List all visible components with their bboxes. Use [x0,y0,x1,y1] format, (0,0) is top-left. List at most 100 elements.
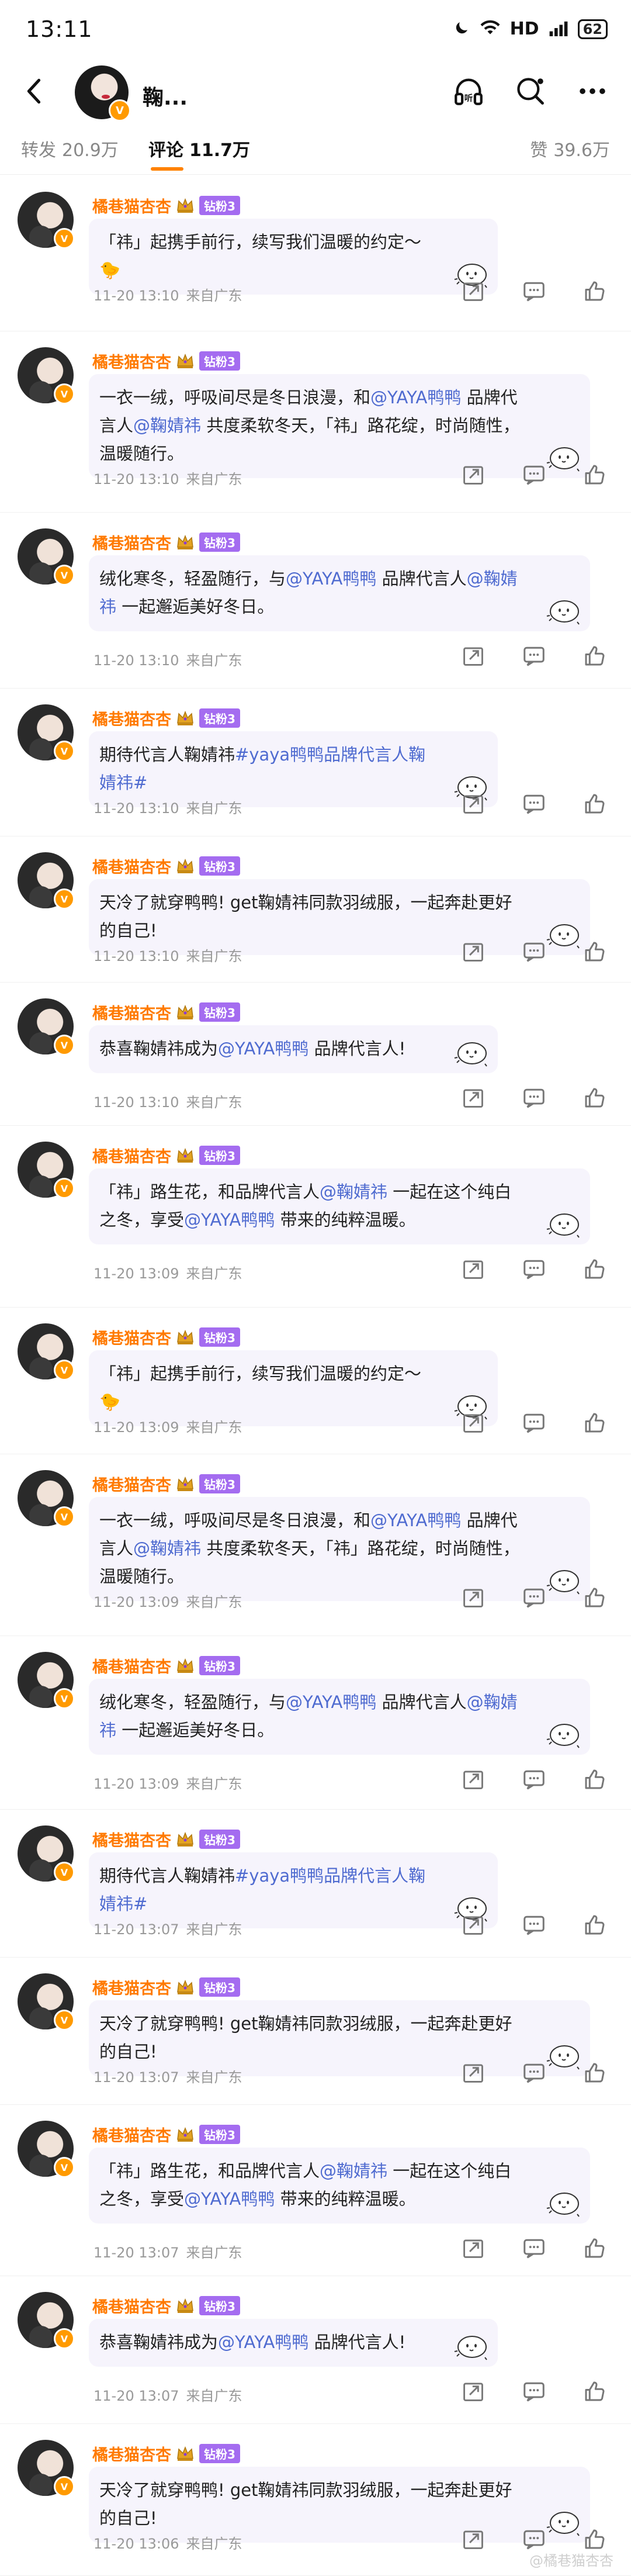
like-button[interactable] [582,2235,608,2261]
more-button[interactable] [571,70,613,112]
commenter-name[interactable]: 橘巷猫杏杏 [92,194,171,217]
share-button[interactable] [460,462,486,487]
reply-button[interactable] [521,1085,547,1111]
commenter-avatar[interactable]: V [18,1973,75,2031]
share-button[interactable] [460,2235,486,2261]
commenter-avatar[interactable]: V [18,192,75,249]
reply-button[interactable] [521,2235,547,2261]
like-button[interactable] [582,2060,608,2086]
commenter-name[interactable]: 橘巷猫杏杏 [92,2442,171,2465]
commenter-avatar[interactable]: V [18,852,75,910]
commenter-name[interactable]: 橘巷猫杏杏 [92,531,171,554]
mention-link[interactable]: @YAYA鸭鸭 [286,1692,376,1712]
like-button[interactable] [582,643,608,669]
comment-header: 橘巷猫杏杏 钻粉3 [92,194,240,217]
reply-button[interactable] [521,2378,547,2404]
reply-button[interactable] [521,1912,547,1938]
reply-button[interactable] [521,1766,547,1792]
reply-button[interactable] [521,1410,547,1436]
commenter-name[interactable]: 橘巷猫杏杏 [92,2123,171,2146]
like-button[interactable] [582,462,608,487]
share-button[interactable] [460,1410,486,1436]
commenter-avatar[interactable]: V [18,1825,75,1883]
commenter-avatar[interactable]: V [18,2292,75,2349]
tab-comments[interactable]: 评论 11.7万 [148,136,250,161]
mention-link[interactable]: @YAYA鸭鸭 [184,1210,275,1230]
reply-button[interactable] [521,791,547,817]
mention-link[interactable]: @鞠婧祎 [133,416,201,435]
mention-link[interactable]: @YAYA鸭鸭 [370,388,461,407]
listen-button[interactable]: 听 [448,70,490,112]
commenter-name[interactable]: 橘巷猫杏杏 [92,855,171,877]
like-button[interactable] [582,1912,608,1938]
share-button[interactable] [460,2526,486,2552]
commenter-avatar[interactable]: V [18,2440,75,2497]
mention-link[interactable]: @鞠婧祎 [320,2161,387,2181]
commenter-name[interactable]: 橘巷猫杏杏 [92,2294,171,2317]
reply-button[interactable] [521,278,547,304]
like-button[interactable] [582,939,608,964]
like-button[interactable] [582,1256,608,1282]
mention-link[interactable]: @鞠婧祎 [320,1182,387,1202]
mention-link[interactable]: @YAYA鸭鸭 [218,1039,308,1059]
commenter-name[interactable]: 橘巷猫杏杏 [92,1326,171,1348]
like-button[interactable] [582,278,608,304]
commenter-name[interactable]: 橘巷猫杏杏 [92,1144,171,1167]
share-button[interactable] [460,2060,486,2086]
share-button[interactable] [460,939,486,964]
commenter-avatar[interactable]: V [18,1323,75,1381]
mention-link[interactable]: @YAYA鸭鸭 [218,2332,308,2352]
share-button[interactable] [460,1085,486,1111]
like-button[interactable] [582,2378,608,2404]
commenter-avatar[interactable]: V [18,1652,75,1709]
commenter-avatar[interactable]: V [18,1142,75,1199]
reply-button[interactable] [521,1256,547,1282]
tab-likes[interactable]: 赞 39.6万 [530,136,610,161]
reply-button[interactable] [521,462,547,487]
share-button[interactable] [460,643,486,669]
commenter-name[interactable]: 橘巷猫杏杏 [92,1472,171,1495]
share-button[interactable] [460,278,486,304]
share-button[interactable] [460,1256,486,1282]
profile-avatar[interactable]: V [75,65,131,122]
reply-button[interactable] [521,1585,547,1610]
commenter-name[interactable]: 橘巷猫杏杏 [92,1828,171,1851]
share-button[interactable] [460,1766,486,1792]
comment-actions [460,643,608,669]
commenter-name[interactable]: 橘巷猫杏杏 [92,1001,171,1024]
share-button[interactable] [460,2378,486,2404]
like-button[interactable] [582,791,608,817]
reply-button[interactable] [521,2526,547,2552]
crown-icon-svg [177,710,193,725]
mention-link[interactable]: @YAYA鸭鸭 [286,569,376,589]
mention-link[interactable]: @鞠婧祎 [133,1538,201,1558]
like-button[interactable] [582,1085,608,1111]
tab-repost[interactable]: 转发 20.9万 [21,136,119,161]
like-button[interactable] [582,1585,608,1610]
mention-link[interactable]: @YAYA鸭鸭 [184,2189,275,2209]
commenter-name[interactable]: 橘巷猫杏杏 [92,1654,171,1677]
reply-button[interactable] [521,643,547,669]
mention-link[interactable]: @YAYA鸭鸭 [370,1510,461,1530]
search-button[interactable] [509,70,552,112]
commenter-avatar[interactable]: V [18,528,75,586]
commenter-name[interactable]: 橘巷猫杏杏 [92,350,171,372]
like-button[interactable] [582,1410,608,1436]
commenter-name[interactable]: 橘巷猫杏杏 [92,1976,171,1998]
commenter-avatar[interactable]: V [18,347,75,404]
reply-button[interactable] [521,2060,547,2086]
comment-actions [460,1766,608,1792]
share-button[interactable] [460,1585,486,1610]
like-button[interactable] [582,2526,608,2552]
share-button[interactable] [460,791,486,817]
back-button[interactable] [16,74,51,109]
commenter-avatar[interactable]: V [18,704,75,762]
share-button[interactable] [460,1912,486,1938]
reply-button[interactable] [521,939,547,964]
commenter-avatar[interactable]: V [18,1470,75,1527]
commenter-avatar[interactable]: V [18,998,75,1056]
commenter-avatar[interactable]: V [18,2121,75,2178]
commenter-name[interactable]: 橘巷猫杏杏 [92,707,171,729]
like-button[interactable] [582,1766,608,1792]
page-title[interactable]: 鞠... [143,81,188,111]
